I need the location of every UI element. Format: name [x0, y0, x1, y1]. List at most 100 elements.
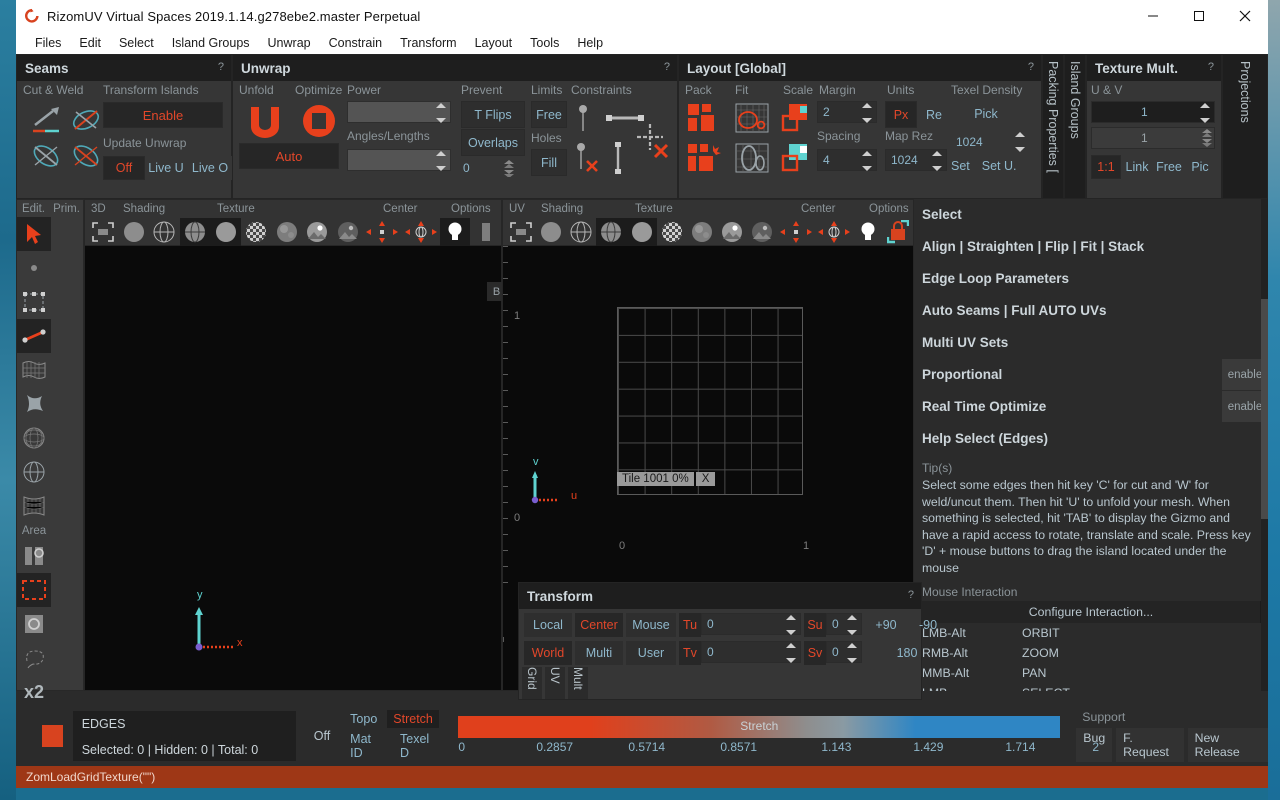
fit-icon[interactable] — [735, 103, 769, 136]
maximize-button[interactable] — [1176, 0, 1222, 32]
menu-files[interactable]: Files — [26, 34, 70, 52]
t-flips-button[interactable]: T Flips — [461, 101, 525, 128]
shaded-wire-icon[interactable] — [596, 218, 626, 246]
texel-set-button[interactable]: Set — [951, 159, 970, 173]
transform-su-input[interactable]: 0 — [826, 613, 862, 635]
holes-fill-button[interactable]: Fill — [531, 149, 567, 176]
transform-tv-input[interactable]: 0 — [701, 641, 801, 663]
image-icon[interactable] — [302, 218, 333, 246]
transform-pivot-multi[interactable]: Multi — [575, 641, 623, 665]
optimize-icon[interactable] — [299, 103, 339, 139]
center-flat-icon[interactable] — [363, 218, 401, 246]
unfold-icon[interactable] — [245, 103, 285, 139]
transform-su-label[interactable]: Su — [804, 613, 826, 637]
center-sphere-icon[interactable] — [815, 218, 853, 246]
accordion-item-edge-loop[interactable]: Edge Loop Parameters — [914, 263, 1268, 295]
texel-density-stepper[interactable] — [1015, 132, 1027, 152]
grid-warp-icon[interactable] — [17, 489, 51, 523]
menu-select[interactable]: Select — [110, 34, 163, 52]
island-full-icon[interactable] — [17, 607, 51, 641]
overlaps-stepper-icon[interactable] — [501, 159, 517, 180]
uv-tile-close-button[interactable]: X — [696, 472, 716, 486]
constraint-pin-remove-icon[interactable] — [573, 141, 601, 178]
image-icon[interactable] — [717, 218, 747, 246]
fit-stack-icon[interactable] — [735, 143, 769, 176]
support-feature-request-button[interactable]: F. Request — [1116, 728, 1183, 762]
lasso-icon[interactable] — [17, 641, 51, 675]
configure-interaction-button[interactable]: Configure Interaction... — [922, 601, 1260, 623]
menu-transform[interactable]: Transform — [391, 34, 466, 52]
texture-off-icon[interactable] — [627, 218, 657, 246]
layout-help-icon[interactable]: ? — [1028, 61, 1034, 73]
transform-su-stepper[interactable] — [847, 615, 859, 635]
texture-mult-1-1-button[interactable]: 1:1 — [1091, 155, 1121, 179]
power-stepper[interactable] — [436, 103, 448, 123]
frame-all-icon[interactable] — [88, 218, 119, 246]
spacing-stepper[interactable] — [862, 151, 874, 171]
light-icon[interactable] — [440, 218, 471, 246]
update-unwrap-live-o[interactable]: Live O — [187, 156, 233, 180]
texture-mult-link-button[interactable]: Link — [1121, 155, 1153, 179]
transform-rotate-180[interactable]: 180 — [869, 641, 945, 665]
overlaps-button[interactable]: Overlaps — [461, 129, 525, 156]
console-bar[interactable]: ZomLoadGridTexture("") — [16, 766, 1268, 788]
transform-tu-input[interactable]: 0 — [701, 613, 801, 635]
transform-sv-input[interactable]: 0 — [826, 641, 862, 663]
texture-mult-free-button[interactable]: Free — [1153, 155, 1185, 179]
angles-lengths-slider[interactable] — [347, 149, 451, 171]
image-dark-icon[interactable] — [333, 218, 364, 246]
spacing-input[interactable]: 4 — [817, 149, 877, 171]
element-color-swatch[interactable] — [42, 725, 63, 747]
transform-tab-mult[interactable]: Mult — [568, 667, 588, 699]
transform-tab-grid[interactable]: Grid — [522, 667, 542, 699]
texture-off-icon[interactable] — [210, 218, 241, 246]
transform-tv-label[interactable]: Tv — [679, 641, 701, 665]
uncut-icon[interactable] — [27, 139, 65, 173]
transform-sv-label[interactable]: Sv — [804, 641, 826, 665]
seams-help-icon[interactable]: ? — [218, 61, 224, 73]
limits-free-button[interactable]: Free — [531, 101, 567, 128]
menu-tools[interactable]: Tools — [521, 34, 568, 52]
flat-shading-icon[interactable] — [119, 218, 150, 246]
accordion-item-select[interactable]: Select — [914, 199, 1268, 231]
transform-target-user[interactable]: User — [626, 641, 676, 665]
area-rect-icon[interactable] — [17, 573, 51, 607]
noise-icon[interactable] — [687, 218, 717, 246]
weld-icon[interactable] — [67, 103, 105, 137]
transform-tu-label[interactable]: Tu — [679, 613, 701, 637]
center-sphere-icon[interactable] — [402, 218, 440, 246]
checker-icon[interactable] — [657, 218, 687, 246]
noise-icon[interactable] — [272, 218, 303, 246]
menu-unwrap[interactable]: Unwrap — [259, 34, 320, 52]
transform-space-local[interactable]: Local — [524, 613, 572, 637]
menu-layout[interactable]: Layout — [466, 34, 522, 52]
lock-icon[interactable] — [883, 218, 913, 246]
texture-mult-v-stepper[interactable] — [1200, 129, 1212, 149]
uv-tile-badge[interactable]: Tile 1001 0% X — [617, 472, 715, 486]
wireframe-icon[interactable] — [566, 218, 596, 246]
unwrap-auto-button[interactable]: Auto — [239, 143, 339, 169]
sphere-grid-icon[interactable] — [17, 421, 51, 455]
edge-icon[interactable] — [17, 319, 51, 353]
viewport-3d[interactable]: 3D Shading Texture Center Options — [84, 199, 502, 691]
map-rez-input[interactable]: 1024 — [885, 149, 947, 171]
x2-icon[interactable]: x2 — [17, 675, 51, 709]
center-flat-icon[interactable] — [777, 218, 815, 246]
close-button[interactable] — [1222, 0, 1268, 32]
margin-input[interactable]: 2 — [817, 101, 877, 123]
frame-all-icon[interactable] — [506, 218, 536, 246]
light-icon[interactable] — [853, 218, 883, 246]
sphere-icon[interactable] — [17, 455, 51, 489]
display-mode-topo[interactable]: Topo — [344, 710, 383, 728]
tab-packing-properties[interactable]: Packing Properties [ — [1042, 54, 1064, 199]
display-mode-mat-id[interactable]: Mat ID — [344, 730, 390, 762]
transform-sv-stepper[interactable] — [847, 643, 859, 663]
transform-tu-stepper[interactable] — [786, 615, 798, 635]
minimize-button[interactable] — [1130, 0, 1176, 32]
mesh-plane-icon[interactable] — [17, 353, 51, 387]
image-dark-icon[interactable] — [747, 218, 777, 246]
texel-density-input[interactable]: 1024 — [951, 131, 1029, 153]
update-unwrap-live-u[interactable]: Live U — [145, 156, 187, 180]
accordion-item-real-time-optimize[interactable]: Real Time Optimize enable — [914, 391, 1268, 423]
tab-projections[interactable]: Projections — [1222, 54, 1268, 199]
